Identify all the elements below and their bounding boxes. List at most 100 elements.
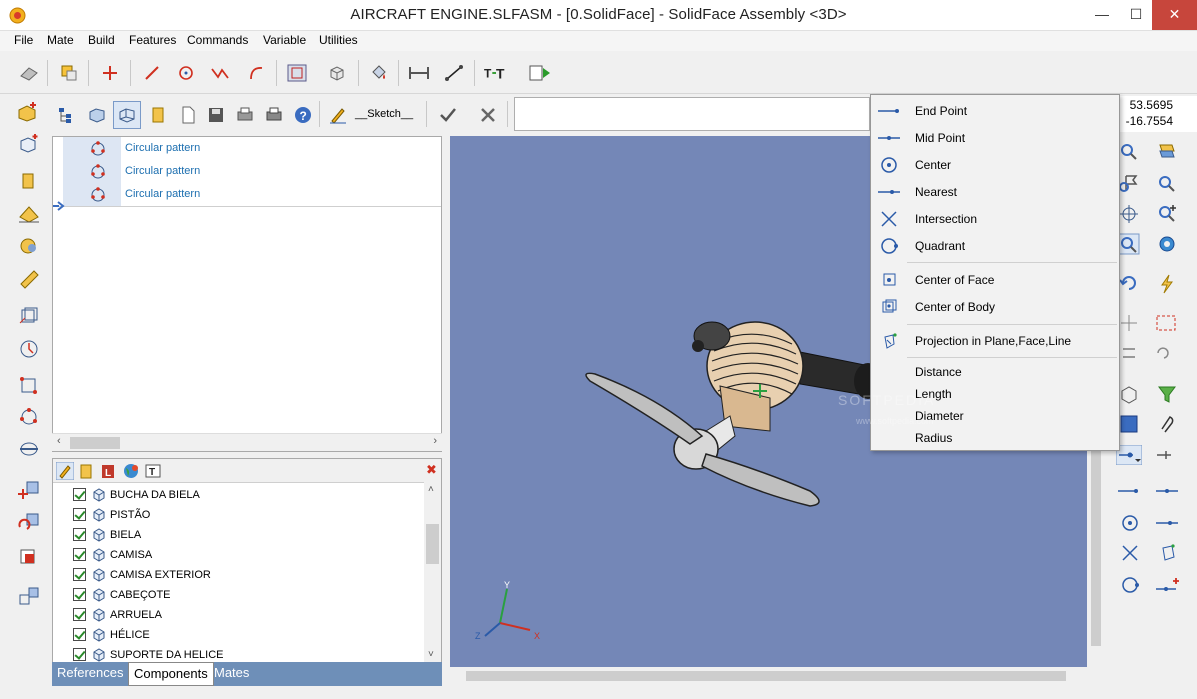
circle-icon[interactable] — [174, 61, 198, 85]
menu-commands[interactable]: Commands — [187, 33, 248, 47]
close-panel-icon[interactable]: ✖ — [426, 462, 437, 478]
paint-bucket-icon[interactable] — [367, 61, 391, 85]
help-icon[interactable]: ? — [291, 103, 315, 127]
polyline-icon[interactable] — [208, 61, 232, 85]
clip-icon[interactable] — [1156, 413, 1178, 435]
snap-end-point-icon[interactable] — [1116, 483, 1142, 499]
save-icon[interactable] — [204, 103, 228, 127]
solid-view-icon[interactable] — [85, 103, 109, 127]
redo-view-icon[interactable] — [1154, 343, 1178, 363]
scroll-right-icon[interactable]: › — [433, 435, 437, 447]
snap-item-quadrant[interactable]: Quadrant — [871, 233, 1119, 259]
maximize-button[interactable]: ☐ — [1119, 0, 1153, 30]
list-item[interactable]: BIELA — [73, 525, 423, 545]
aligned-dimension-icon[interactable] — [442, 61, 466, 85]
snap-nearest-icon[interactable] — [1154, 513, 1180, 533]
menu-mate[interactable]: Mate — [47, 33, 74, 47]
view-cube-icon[interactable] — [285, 61, 309, 85]
tab-mates[interactable]: Mates — [209, 662, 254, 686]
sketch-selector[interactable]: __Sketch__ — [355, 108, 413, 120]
list-item[interactable]: CAMISA — [73, 545, 423, 565]
circular-pattern-icon[interactable] — [17, 406, 41, 428]
snap-mid-point-icon[interactable] — [1154, 483, 1180, 499]
viewport-horizontal-scrollbar[interactable] — [450, 667, 1087, 685]
scroll-down-icon[interactable]: ˅ — [428, 649, 434, 660]
snap-item-mid-point[interactable]: Mid Point — [871, 125, 1119, 151]
color-globe-icon[interactable] — [122, 462, 140, 480]
layer-icon[interactable]: L — [100, 462, 116, 480]
revolve-icon[interactable] — [17, 203, 41, 225]
box-icon[interactable] — [325, 61, 349, 85]
edit-pencil-icon[interactable] — [56, 462, 74, 480]
shell-icon[interactable] — [17, 305, 41, 327]
snap-quadrant-icon[interactable] — [1120, 575, 1140, 595]
visibility-checkbox[interactable] — [73, 608, 86, 621]
accept-icon[interactable] — [436, 103, 460, 127]
zoom-flag-icon[interactable] — [1118, 173, 1140, 193]
list-item[interactable]: BUCHA DA BIELA — [73, 485, 423, 505]
command-input[interactable] — [514, 97, 870, 131]
visibility-checkbox[interactable] — [73, 528, 86, 541]
snap-center-icon[interactable] — [1120, 513, 1140, 533]
folder-icon[interactable] — [78, 462, 94, 480]
tree-horizontal-scrollbar[interactable]: ‹ › — [52, 433, 442, 451]
new-document-icon[interactable] — [176, 103, 200, 127]
rotate-component-icon[interactable] — [17, 511, 41, 533]
menu-build[interactable]: Build — [88, 33, 115, 47]
menu-features[interactable]: Features — [129, 33, 176, 47]
settings-gear-icon[interactable] — [1156, 233, 1178, 255]
snap-add-icon[interactable] — [1154, 575, 1182, 595]
snap-item-intersection[interactable]: Intersection — [871, 206, 1119, 232]
tree-item[interactable]: Circular pattern — [53, 160, 441, 183]
list-item[interactable]: PISTÃO — [73, 505, 423, 525]
zoom-window-icon[interactable] — [1118, 141, 1138, 161]
visibility-checkbox[interactable] — [73, 568, 86, 581]
list-item[interactable]: CAMISA EXTERIOR — [73, 565, 423, 585]
linear-pattern-icon[interactable] — [17, 374, 41, 396]
print-icon[interactable] — [262, 103, 286, 127]
visibility-checkbox[interactable] — [73, 508, 86, 521]
list-item[interactable]: ARRUELA — [73, 605, 423, 625]
point-icon[interactable] — [98, 61, 122, 85]
section-view-icon[interactable] — [1154, 313, 1178, 333]
horizontal-dimension-icon[interactable] — [407, 61, 431, 85]
close-button[interactable]: ✕ — [1152, 0, 1197, 30]
snap-options-icon[interactable] — [1154, 445, 1180, 465]
tab-components[interactable]: Components — [128, 662, 214, 686]
list-item[interactable]: CABEÇOTE — [73, 585, 423, 605]
sketch-pencil-icon[interactable] — [326, 103, 350, 127]
arc-icon[interactable] — [244, 61, 268, 85]
snap-item-nearest[interactable]: Nearest — [871, 179, 1119, 205]
interference-check-icon[interactable] — [17, 546, 41, 568]
tab-references[interactable]: References — [52, 662, 128, 686]
extrude-icon[interactable] — [17, 170, 41, 192]
sweep-icon[interactable] — [17, 235, 41, 257]
move-triad-icon[interactable] — [1118, 313, 1140, 333]
regenerate-lightning-icon[interactable] — [1156, 273, 1178, 295]
line-icon[interactable] — [140, 61, 164, 85]
shaded-view-icon[interactable] — [1118, 413, 1140, 435]
tree-view-icon[interactable] — [55, 103, 79, 127]
scroll-left-icon[interactable]: ‹ — [57, 435, 61, 447]
snap-item-projection[interactable]: Projection in Plane,Face,Line — [871, 328, 1119, 354]
wireframe-view-icon[interactable] — [113, 101, 141, 129]
text-properties-icon[interactable]: T — [144, 462, 162, 480]
snap-item-radius[interactable]: Radius — [915, 431, 952, 445]
minimize-button[interactable]: — — [1085, 0, 1119, 30]
new-part-icon[interactable] — [17, 100, 41, 122]
undo-view-icon[interactable] — [1118, 273, 1140, 293]
snap-intersection-icon[interactable] — [1120, 543, 1140, 563]
snap-item-center-of-body[interactable]: Center of Body — [871, 294, 1119, 320]
exploded-view-icon[interactable] — [17, 585, 41, 607]
list-item[interactable]: HÉLICE — [73, 625, 423, 645]
visibility-checkbox[interactable] — [73, 628, 86, 641]
print-preview-icon[interactable] — [233, 103, 257, 127]
visibility-checkbox[interactable] — [73, 548, 86, 561]
eraser-icon[interactable] — [17, 61, 41, 85]
insert-part-icon[interactable] — [17, 132, 41, 154]
snap-item-end-point[interactable]: End Point — [871, 98, 1119, 124]
animation-icon[interactable] — [528, 61, 552, 85]
cancel-icon[interactable] — [476, 103, 500, 127]
tree-item[interactable]: Circular pattern — [53, 183, 441, 206]
tree-item[interactable]: Circular pattern — [53, 137, 441, 160]
